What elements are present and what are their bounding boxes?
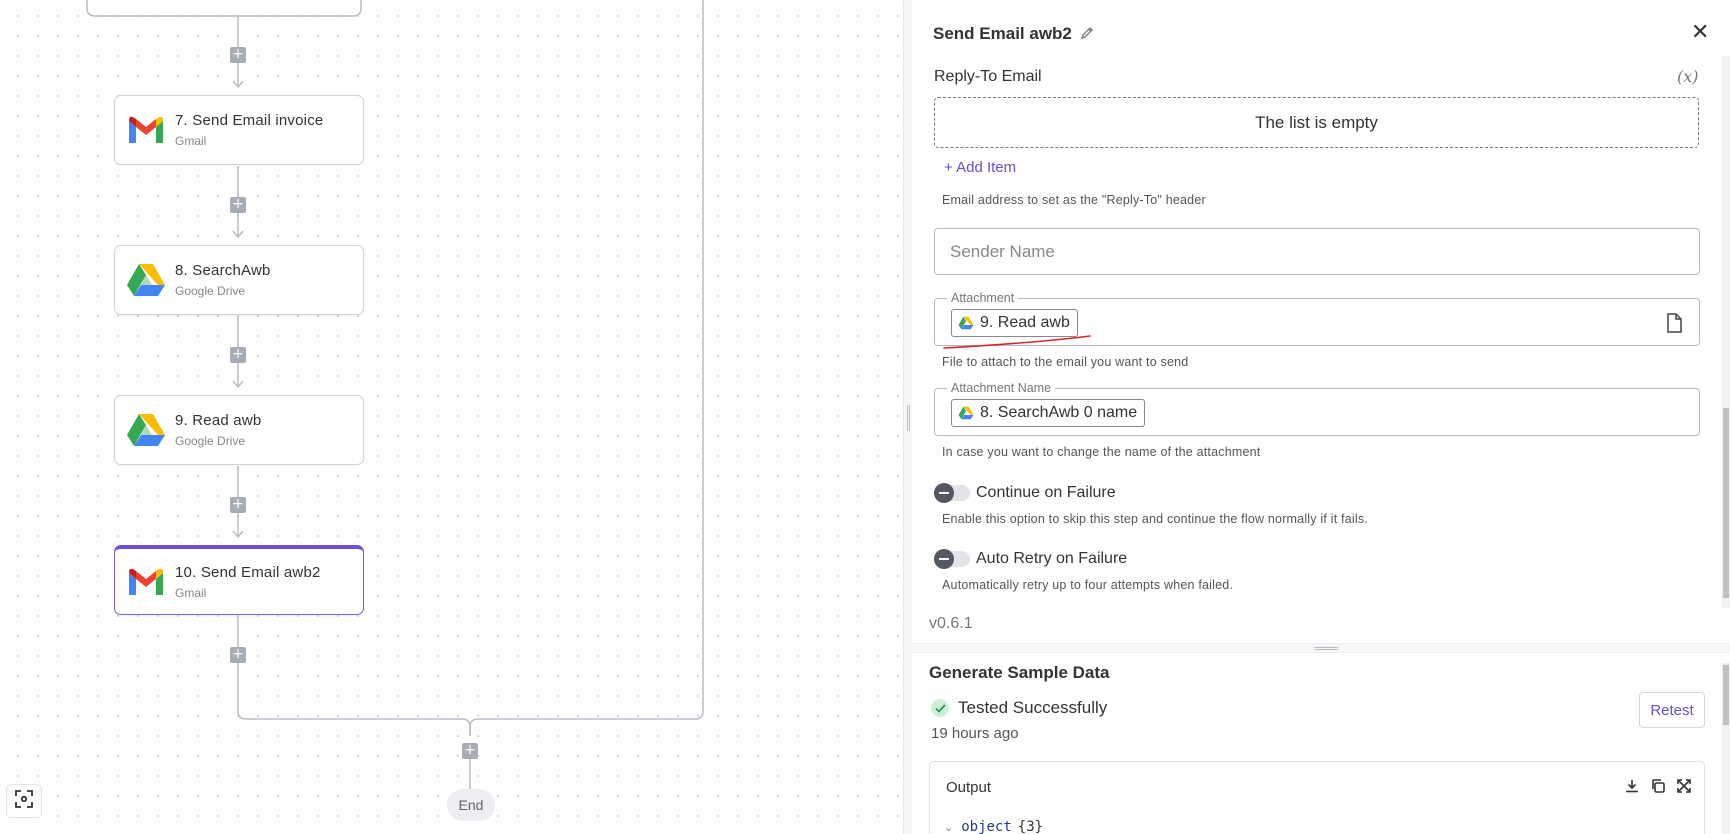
reply-to-label: Reply-To Email xyxy=(934,68,1042,85)
panel-title: Send Email awb2 xyxy=(933,24,1094,44)
auto-retry-toggle[interactable]: Auto Retry on Failure xyxy=(934,549,1128,569)
panel-resize-handle[interactable] xyxy=(903,0,912,834)
focus-icon xyxy=(14,789,34,814)
download-icon[interactable] xyxy=(1624,778,1640,794)
node-title: 8. SearchAwb xyxy=(175,262,271,279)
gmail-icon xyxy=(125,561,167,603)
add-step-button[interactable]: + xyxy=(230,347,246,363)
retest-button[interactable]: Retest xyxy=(1639,692,1705,728)
recenter-button[interactable] xyxy=(6,784,42,818)
add-step-button[interactable]: + xyxy=(230,497,246,513)
pencil-icon[interactable] xyxy=(1080,26,1094,43)
continue-on-failure-toggle[interactable]: Continue on Failure xyxy=(934,483,1116,503)
add-step-button[interactable]: + xyxy=(230,47,246,63)
close-icon[interactable]: ✕ xyxy=(1691,22,1709,44)
sample-data-section: Generate Sample Data Tested Successfully… xyxy=(912,653,1730,834)
dynamic-value-toggle[interactable]: (x) xyxy=(1677,67,1699,86)
add-step-button[interactable]: + xyxy=(230,197,246,213)
test-status-text: Tested Successfully xyxy=(958,698,1108,717)
sender-name-input[interactable] xyxy=(934,228,1700,275)
test-status: Tested Successfully xyxy=(931,698,1107,718)
step-settings-form: Send Email awb2 ✕ Reply-To Email (x) The… xyxy=(912,0,1730,643)
scrollbar-thumb[interactable] xyxy=(1723,408,1729,598)
node-app: Gmail xyxy=(175,134,207,148)
toggle-label: Continue on Failure xyxy=(976,484,1116,501)
node-title: 9. Read awb xyxy=(175,412,262,429)
node-title: 7. Send Email invoice xyxy=(175,112,324,129)
add-step-button[interactable]: + xyxy=(230,647,246,663)
flow-node-selected[interactable]: 10. Send Email awb2 Gmail xyxy=(114,545,364,615)
flow-node[interactable]: 8. SearchAwb Google Drive xyxy=(114,245,364,315)
chip-label: 9. Read awb xyxy=(980,314,1070,331)
empty-list-text: The list is empty xyxy=(1255,112,1378,132)
google-drive-icon xyxy=(125,409,167,451)
step-name: Send Email awb2 xyxy=(933,24,1072,43)
copy-icon[interactable] xyxy=(1650,778,1666,794)
section-resize-handle[interactable] xyxy=(912,643,1730,653)
toggle-switch[interactable] xyxy=(934,549,970,569)
attachment-name-label: Attachment Name xyxy=(947,381,1056,395)
google-drive-icon xyxy=(958,316,974,330)
google-drive-icon xyxy=(125,259,167,301)
expand-icon[interactable] xyxy=(1676,778,1692,794)
flow-node[interactable]: 9. Read awb Google Drive xyxy=(114,395,364,465)
chevron-down-icon[interactable]: ⌄ xyxy=(944,821,953,834)
node-app: Gmail xyxy=(175,585,207,600)
reply-to-hint: Email address to set as the "Reply-To" h… xyxy=(942,193,1206,207)
file-icon[interactable] xyxy=(1665,313,1683,338)
end-node: End xyxy=(447,789,495,821)
attachment-name-field[interactable]: Attachment Name 8. SearchAwb 0 name xyxy=(934,381,1700,436)
attachment-name-chip[interactable]: 8. SearchAwb 0 name xyxy=(951,399,1146,427)
continue-on-failure-hint: Enable this option to skip this step and… xyxy=(942,512,1368,526)
flow-node[interactable]: 7. Send Email invoice Gmail xyxy=(114,95,364,165)
reply-to-list: The list is empty xyxy=(934,97,1699,148)
auto-retry-hint: Automatically retry up to four attempts … xyxy=(942,578,1234,592)
output-label: Output xyxy=(946,779,992,796)
add-step-button[interactable]: + xyxy=(462,743,478,759)
toggle-label: Auto Retry on Failure xyxy=(976,550,1128,567)
attachment-name-hint: In case you want to change the name of t… xyxy=(942,445,1261,459)
toggle-switch[interactable] xyxy=(934,483,970,503)
step-settings-panel: Send Email awb2 ✕ Reply-To Email (x) The… xyxy=(912,0,1730,834)
add-item-button[interactable]: + Add Item xyxy=(944,159,1016,176)
check-circle-icon xyxy=(931,699,949,717)
json-key: object xyxy=(961,819,1012,834)
json-tree-root[interactable]: ⌄ object {3} xyxy=(944,819,1043,834)
scrollbar-thumb[interactable] xyxy=(1723,665,1729,725)
chip-label: 8. SearchAwb 0 name xyxy=(980,404,1138,421)
red-underline-annotation xyxy=(943,335,1091,349)
gmail-icon xyxy=(125,109,167,151)
attachment-hint: File to attach to the email you want to … xyxy=(942,355,1189,369)
tested-time: 19 hours ago xyxy=(931,725,1019,742)
node-title: 10. Send Email awb2 xyxy=(175,563,321,581)
json-count: {3} xyxy=(1017,819,1044,834)
node-app: Google Drive xyxy=(175,284,246,298)
flow-canvas[interactable]: + + + + + + 7. Send Email invoice Gmail xyxy=(0,0,903,834)
piece-version: v0.6.1 xyxy=(929,615,973,632)
google-drive-icon xyxy=(958,406,974,420)
attachment-label: Attachment xyxy=(947,291,1019,305)
sample-data-title: Generate Sample Data xyxy=(929,663,1110,682)
node-app: Google Drive xyxy=(175,434,246,448)
output-viewer: Output ⌄ object {3} xyxy=(929,761,1705,834)
